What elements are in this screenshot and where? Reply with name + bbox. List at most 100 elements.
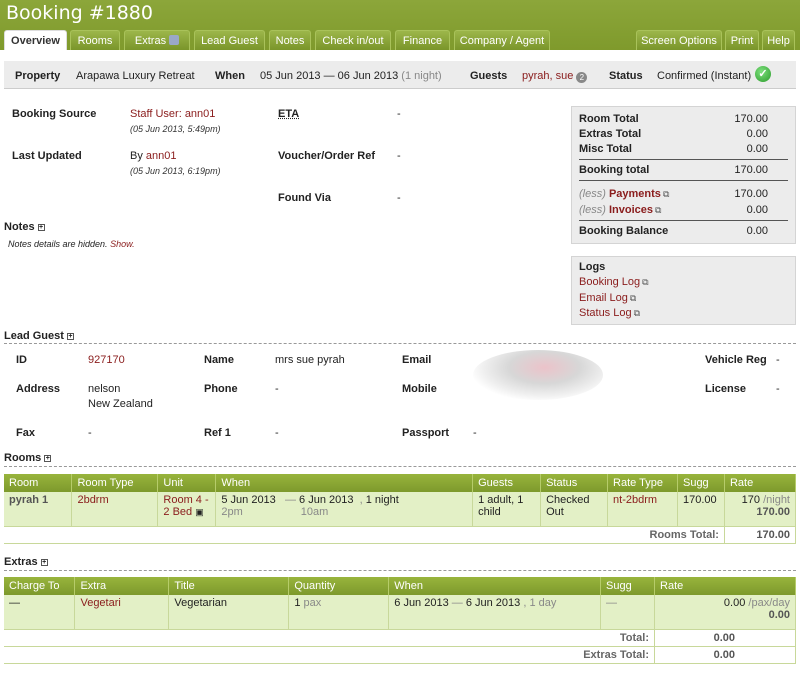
guest-fax-label: Fax [16,427,35,439]
room-name: pyrah 1 [4,492,73,527]
extra-when-end: 6 Jun 2013 [465,597,521,609]
tab-notes[interactable]: Notes [269,30,311,50]
calendar-icon[interactable]: ▣ [195,507,204,517]
booking-source-link[interactable]: Staff User: ann01 [130,108,215,120]
room-when-comma: , [359,494,363,506]
when-value: 05 Jun 2013 — 06 Jun 2013 (1 night) [260,70,442,82]
booking-total-row: Booking total 170.00 [579,164,788,178]
guest-passport-label: Passport [402,427,450,439]
last-updated-date: (05 Jun 2013, 6:19pm) [130,166,221,176]
room-type-link[interactable]: 2bdrm [71,492,159,527]
redacted-contact-image [473,350,603,400]
screen-options-button[interactable]: Screen Options [636,30,722,50]
extra-rate-total: 0.00 [768,609,790,621]
guest-ref1-value: - [275,427,279,439]
notes-hidden-text: Notes details are hidden. [8,239,108,249]
invoices-row: (less) Invoices ⧉ 0.00 [579,204,788,218]
room-rate-line: 170 /night [730,494,790,506]
column-header: Rate Type [607,474,678,492]
found-via-value: - [397,192,401,204]
misc-total-label: Misc Total [579,143,632,155]
booking-log-link[interactable]: Booking Log [579,276,640,288]
external-link-icon: ⧉ [654,205,662,215]
guest-ref1-label: Ref 1 [204,427,231,439]
license-label: License [705,383,746,395]
last-updated-by: By [130,150,143,162]
lead-guest-section-title[interactable]: Lead Guest + [4,330,74,342]
balance-row: Booking Balance 0.00 [579,225,788,239]
rooms-total-value: 170.00 [724,526,797,544]
balance-value: 0.00 [746,225,768,237]
property-label: Property [15,70,61,82]
column-header: Guests [472,474,542,492]
tab-company-agent[interactable]: Company / Agent [454,30,550,50]
room-rate: 170 [741,494,761,506]
section-divider [4,466,796,467]
notes-section-title[interactable]: Notes + [4,221,45,233]
guests-link[interactable]: pyrah, sue [522,70,573,82]
column-header: When [388,577,602,595]
logs-panel: Logs Booking Log ⧉ Email Log ⧉ Status Log ⧉ [571,256,796,325]
print-button[interactable]: Print [725,30,759,50]
external-link-icon: ⧉ [642,277,649,287]
tab-rooms[interactable]: Rooms [70,30,120,50]
rooms-table: Room Room Type Unit When Guests Status R… [4,474,797,544]
column-header: Rate [654,577,796,595]
property-value: Arapawa Luxury Retreat [76,70,195,82]
last-updated-user-link[interactable]: ann01 [146,150,177,162]
booking-source-label: Booking Source [12,108,97,120]
nights-count: (1 night) [401,70,442,82]
tab-overview[interactable]: Overview [4,30,67,50]
section-divider [4,343,796,344]
extras-icon [169,35,180,45]
payments-value: 170.00 [734,188,768,200]
rate-type-link[interactable]: nt-2bdrm [607,492,678,527]
status-log-link[interactable]: Status Log [579,307,632,319]
status-value: Confirmed (Instant) [657,70,752,82]
tab-extras[interactable]: Extras [124,30,190,50]
divider [579,220,788,221]
room-total-value: 170.00 [734,113,768,125]
status-label: Status [609,70,643,82]
expand-icon[interactable]: + [66,333,74,340]
column-header: Rate [724,474,797,492]
tab-finance[interactable]: Finance [395,30,450,50]
rooms-section-title[interactable]: Rooms + [4,452,52,464]
expand-icon[interactable]: + [40,559,48,566]
extras-title: Extras [4,556,38,568]
expand-icon[interactable]: + [44,455,52,462]
email-log-link[interactable]: Email Log [579,292,628,304]
extra-rate-line: 0.00 /pax/day [660,597,790,609]
help-button[interactable]: Help [762,30,795,50]
notes-title: Notes [4,221,35,233]
extras-section-title[interactable]: Extras + [4,556,48,568]
column-header: Sugg [600,577,656,595]
notes-hidden-message: Notes details are hidden. Show. [8,239,135,249]
invoices-less: (less) [579,204,606,216]
tab-lead-guest[interactable]: Lead Guest [194,30,265,50]
guest-passport-value: - [473,427,477,439]
totals-panel: Room Total 170.00 Extras Total 0.00 Misc T… [571,106,796,244]
extras-grand-total-row: Extras Total: 0.00 [4,646,796,664]
guest-name-value: mrs sue pyrah [275,354,345,366]
tab-check-in-out[interactable]: Check in/out [315,30,391,50]
voucher-label: Voucher/Order Ref [278,150,375,162]
column-header: Status [540,474,609,492]
payments-link[interactable]: Payments [609,188,661,200]
column-header: When [215,474,474,492]
room-when-dash: — [284,494,296,506]
misc-total-value: 0.00 [746,143,768,155]
guest-phone-value: - [275,383,279,395]
extra-code-link[interactable]: Vegetari [74,595,170,630]
extras-total-label: Extras Total [579,128,642,140]
payments-row: (less) Payments ⧉ 170.00 [579,188,788,202]
column-header: Title [168,577,290,595]
extra-title: Vegetarian [168,595,290,630]
column-header: Unit [157,474,217,492]
guests-label: Guests [470,70,508,82]
extra-quantity-unit: pax [303,597,322,609]
invoices-link[interactable]: Invoices [609,204,653,216]
expand-icon[interactable]: + [37,224,45,231]
notes-show-link[interactable]: Show. [110,239,135,249]
guest-id-link[interactable]: 927170 [88,354,125,366]
